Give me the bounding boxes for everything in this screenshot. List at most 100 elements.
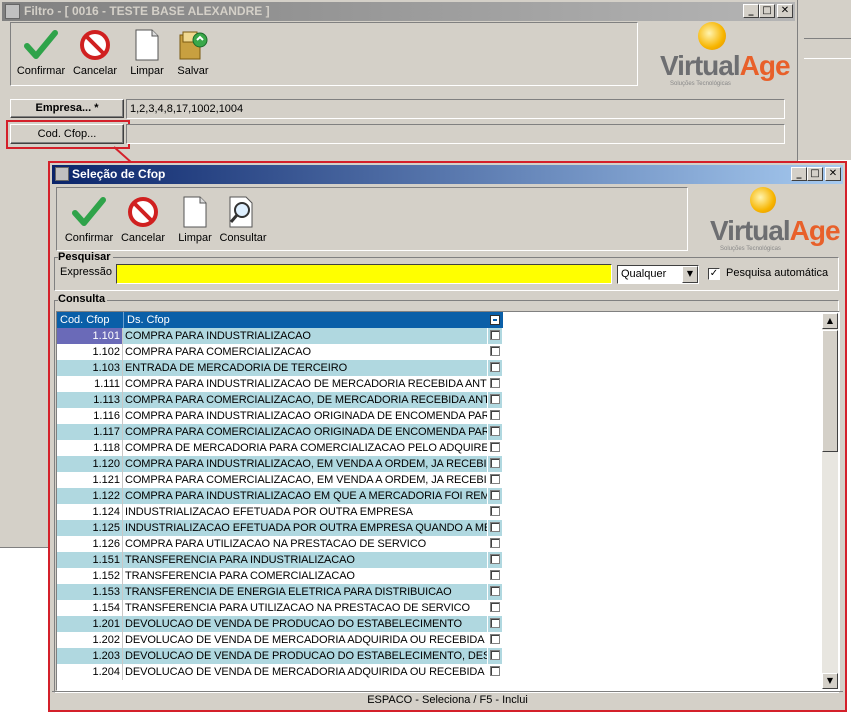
row-checkbox[interactable] xyxy=(490,538,500,548)
dialog-minimize-icon[interactable]: _ xyxy=(791,167,807,181)
row-checkbox[interactable] xyxy=(490,362,500,372)
row-checkbox[interactable] xyxy=(490,474,500,484)
logo-virtual-text: Virtual xyxy=(660,50,741,81)
limpar-button[interactable]: Limpar xyxy=(121,27,173,77)
cfop-desc-cell: COMPRA PARA COMERCIALIZACAO ORIGINADA DE… xyxy=(123,424,487,440)
table-row[interactable]: 1.126 COMPRA PARA UTILIZACAO NA PRESTACAO… xyxy=(57,536,503,552)
table-row[interactable]: 1.101 COMPRA PARA INDUSTRIALIZACAO xyxy=(57,328,503,344)
table-row[interactable]: 1.121 COMPRA PARA COMERCIALIZACAO, EM VEN… xyxy=(57,472,503,488)
row-checkbox[interactable] xyxy=(490,442,500,452)
row-checkbox[interactable] xyxy=(490,394,500,404)
col-header-ds-cfop[interactable]: Ds. Cfop xyxy=(123,312,488,328)
table-row[interactable]: 1.124 INDUSTRIALIZACAO EFETUADA POR OUTRA… xyxy=(57,504,503,520)
auto-search-checkbox[interactable]: ✓ xyxy=(708,268,720,280)
magnifier-page-icon xyxy=(229,196,253,228)
table-row[interactable]: 1.113 COMPRA PARA COMERCIALIZACAO, DE MER… xyxy=(57,392,503,408)
cfop-grid[interactable]: Cod. Cfop Ds. Cfop 1.101 COMPRA PARA INDU… xyxy=(56,311,840,691)
row-select-cell xyxy=(488,632,502,648)
table-row[interactable]: 1.153 TRANSFERENCIA DE ENERGIA ELETRICA P… xyxy=(57,584,503,600)
row-checkbox[interactable] xyxy=(490,490,500,500)
table-row[interactable]: 1.202 DEVOLUCAO DE VENDA DE MERCADORIA AD… xyxy=(57,632,503,648)
dialog-title: Seleção de Cfop xyxy=(72,167,166,181)
cancel-icon xyxy=(128,197,158,227)
dialog-consultar-button[interactable]: Consultar xyxy=(217,194,269,244)
cfop-code-cell: 1.117 xyxy=(57,424,123,440)
cancelar-button[interactable]: Cancelar xyxy=(69,27,121,77)
save-icon xyxy=(179,31,208,60)
row-checkbox[interactable] xyxy=(490,346,500,356)
scroll-thumb[interactable] xyxy=(822,330,838,452)
chevron-down-icon[interactable]: ▼ xyxy=(682,266,698,283)
row-select-cell xyxy=(488,536,502,552)
expressao-input[interactable] xyxy=(116,264,612,284)
logo-age-text: Age xyxy=(739,50,791,81)
table-row[interactable]: 1.151 TRANSFERENCIA PARA INDUSTRIALIZACAO xyxy=(57,552,503,568)
empresa-field[interactable]: 1,2,3,4,8,17,1002,1004 xyxy=(126,99,785,119)
dialog-maximize-icon[interactable]: □ xyxy=(807,167,823,181)
confirmar-button[interactable]: Confirmar xyxy=(15,27,67,77)
table-row[interactable]: 1.111 COMPRA PARA INDUSTRIALIZACAO DE MER… xyxy=(57,376,503,392)
col-header-select[interactable] xyxy=(488,312,503,328)
table-row[interactable]: 1.204 DEVOLUCAO DE VENDA DE MERCADORIA AD… xyxy=(57,664,503,680)
row-checkbox[interactable] xyxy=(490,330,500,340)
table-row[interactable]: 1.118 COMPRA DE MERCADORIA PARA COMERCIAL… xyxy=(57,440,503,456)
minimize-icon[interactable]: _ xyxy=(743,4,759,18)
empresa-button[interactable]: Empresa... * xyxy=(10,99,124,118)
filtro-toolbar: Confirmar Cancelar Limpar Salvar xyxy=(10,22,638,86)
row-checkbox[interactable] xyxy=(490,634,500,644)
table-row[interactable]: 1.125 INDUSTRIALIZACAO EFETUADA POR OUTRA… xyxy=(57,520,503,536)
table-row[interactable]: 1.154 TRANSFERENCIA PARA UTILIZACAO NA PR… xyxy=(57,600,503,616)
table-row[interactable]: 1.117 COMPRA PARA COMERCIALIZACAO ORIGINA… xyxy=(57,424,503,440)
row-checkbox[interactable] xyxy=(490,554,500,564)
row-select-cell xyxy=(488,472,502,488)
row-checkbox[interactable] xyxy=(490,458,500,468)
cod-cfop-button[interactable]: Cod. Cfop... xyxy=(10,124,124,144)
col-header-cod-cfop[interactable]: Cod. Cfop xyxy=(57,312,123,328)
cfop-desc-cell: COMPRA PARA COMERCIALIZACAO, EM VENDA A … xyxy=(125,474,487,486)
dialog-confirmar-button[interactable]: Confirmar xyxy=(63,194,115,244)
dialog-cancelar-button[interactable]: Cancelar xyxy=(117,194,169,244)
table-row[interactable]: 1.120 COMPRA PARA INDUSTRIALIZACAO, EM VE… xyxy=(57,456,503,472)
row-checkbox[interactable] xyxy=(490,602,500,612)
row-checkbox[interactable] xyxy=(490,506,500,516)
match-select[interactable]: Qualquer ▼ xyxy=(617,265,699,284)
row-checkbox[interactable] xyxy=(490,378,500,388)
cfop-desc-cell: ENTRADA DE MERCADORIA DE TERCEIRO xyxy=(123,360,487,376)
dialog-titlebar: Seleção de Cfop _ □ ✕ xyxy=(52,165,843,184)
logo-tagline: Soluções Tecnológicas xyxy=(670,81,731,87)
dialog-logo-virtual-text: Virtual xyxy=(710,215,791,246)
table-row[interactable]: 1.116 COMPRA PARA INDUSTRIALIZACAO ORIGIN… xyxy=(57,408,503,424)
cfop-code-cell: 1.126 xyxy=(57,536,123,552)
scroll-down-icon[interactable]: ▼ xyxy=(822,673,838,689)
row-checkbox[interactable] xyxy=(490,650,500,660)
maximize-icon[interactable]: □ xyxy=(759,4,775,18)
scroll-up-icon[interactable]: ▲ xyxy=(822,313,838,329)
dialog-close-icon[interactable]: ✕ xyxy=(825,167,841,181)
row-checkbox[interactable] xyxy=(490,426,500,436)
grid-scrollbar[interactable]: ▲ ▼ xyxy=(822,313,838,689)
row-checkbox[interactable] xyxy=(490,618,500,628)
table-row[interactable]: 1.103 ENTRADA DE MERCADORIA DE TERCEIRO xyxy=(57,360,503,376)
table-row[interactable]: 1.201 DEVOLUCAO DE VENDA DE PRODUCAO DO E… xyxy=(57,616,503,632)
table-row[interactable]: 1.102 COMPRA PARA COMERCIALIZACAO xyxy=(57,344,503,360)
salvar-button[interactable]: Salvar xyxy=(167,27,219,77)
cod-cfop-field[interactable] xyxy=(126,124,785,144)
table-row[interactable]: 1.122 COMPRA PARA INDUSTRIALIZACAO EM QUE… xyxy=(57,488,503,504)
app-icon xyxy=(5,4,20,19)
row-checkbox[interactable] xyxy=(490,586,500,596)
table-row[interactable]: 1.152 TRANSFERENCIA PARA COMERCIALIZACAO xyxy=(57,568,503,584)
table-row[interactable]: 1.203 DEVOLUCAO DE VENDA DE PRODUCAO DO E… xyxy=(57,648,503,664)
cfop-desc-cell: DEVOLUCAO DE VENDA DE PRODUCAO DO ESTABE… xyxy=(123,648,487,664)
blank-page-icon xyxy=(183,196,207,228)
dialog-limpar-button[interactable]: Limpar xyxy=(169,194,221,244)
cfop-desc-cell: INDUSTRIALIZACAO EFETUADA POR OUTRA EMPR… xyxy=(123,520,487,536)
row-checkbox[interactable] xyxy=(490,570,500,580)
row-select-cell xyxy=(488,392,502,408)
cfop-code-cell: 1.152 xyxy=(57,568,123,584)
cfop-desc-cell: COMPRA PARA INDUSTRIALIZACAO EM QUE A ME… xyxy=(123,488,487,504)
row-checkbox[interactable] xyxy=(490,410,500,420)
cfop-code-cell: 1.201 xyxy=(57,616,123,632)
row-checkbox[interactable] xyxy=(490,666,500,676)
row-checkbox[interactable] xyxy=(490,522,500,532)
close-icon[interactable]: ✕ xyxy=(777,4,793,18)
